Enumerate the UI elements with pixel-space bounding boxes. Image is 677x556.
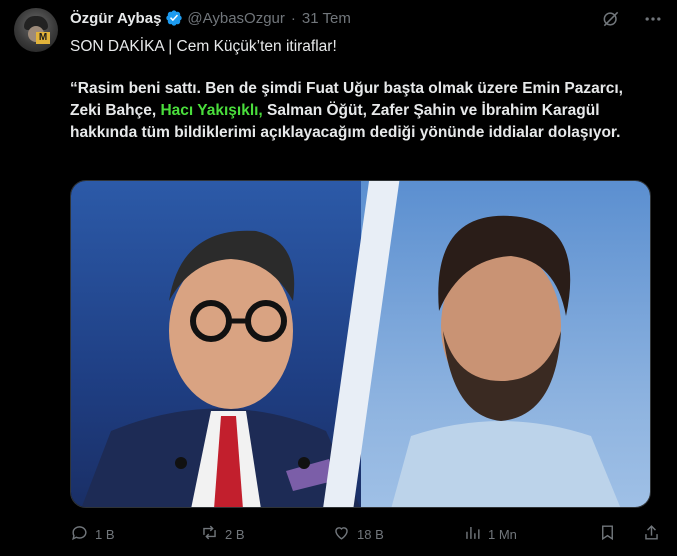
share-button[interactable]	[642, 522, 661, 546]
avatar[interactable]: M	[14, 8, 58, 52]
tweet-header: Özgür Aybaş @AybasOzgur · 31 Tem	[70, 8, 351, 28]
post-quote: “Rasim beni sattı. Ben de şimdi Fuat Uğu…	[70, 78, 650, 144]
action-bar: 1 B 2 B 18 B 1 Mn	[70, 522, 670, 546]
avatar-logo: M	[36, 32, 50, 44]
repost-button[interactable]: 2 B	[200, 522, 245, 546]
image-right-panel	[361, 181, 650, 507]
bookmark-icon	[598, 523, 617, 545]
post-time[interactable]: 31 Tem	[302, 10, 351, 27]
man-with-glasses-illustration	[81, 230, 361, 507]
views-icon	[463, 523, 482, 545]
share-icon	[642, 523, 661, 545]
like-button[interactable]: 18 B	[332, 522, 384, 546]
post-headline: SON DAKİKA | Cem Küçük’ten itiraflar!	[70, 36, 650, 57]
reply-icon	[70, 523, 89, 545]
like-icon	[332, 523, 351, 545]
views-button[interactable]: 1 Mn	[463, 522, 517, 546]
hashtag-highlight[interactable]: Hacı Yakışıklı,	[160, 102, 262, 119]
repost-icon	[200, 523, 219, 545]
more-options-icon[interactable]	[643, 9, 663, 29]
author-name[interactable]: Özgür Aybaş	[70, 10, 161, 27]
verified-badge-icon[interactable]	[165, 9, 183, 27]
post-image[interactable]	[70, 180, 651, 508]
grok-icon[interactable]	[601, 9, 621, 29]
view-count: 1 Mn	[488, 526, 517, 542]
repost-count: 2 B	[225, 526, 245, 542]
bookmark-button[interactable]	[598, 522, 617, 546]
image-left-panel	[71, 181, 371, 507]
like-count: 18 B	[357, 526, 384, 542]
separator-dot: ·	[290, 9, 296, 27]
reply-button[interactable]: 1 B	[70, 522, 115, 546]
author-handle[interactable]: @AybasOzgur	[187, 10, 285, 27]
bearded-man-illustration	[391, 215, 621, 507]
post-headline-text: SON DAKİKA | Cem Küçük’ten itiraflar!	[70, 38, 337, 55]
tweet[interactable]: M Özgür Aybaş @AybasOzgur · 31 Tem SON D…	[0, 0, 677, 556]
reply-count: 1 B	[95, 526, 115, 542]
